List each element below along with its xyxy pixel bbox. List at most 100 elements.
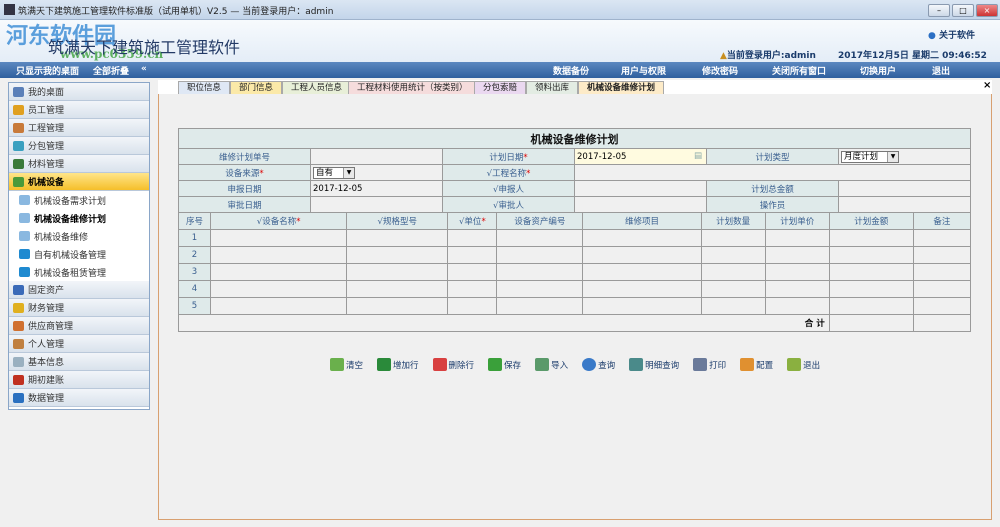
sidebar-sub-demand-plan[interactable]: 机械设备需求计划 <box>9 191 149 209</box>
close-all-windows-button[interactable]: 关闭所有窗口 <box>772 64 826 77</box>
sidebar-item-project[interactable]: 工程管理 <box>9 119 149 137</box>
dropdown-arrow-icon: ▼ <box>887 151 898 162</box>
info-doc-icon <box>13 356 24 367</box>
col-header-asset-no: 设备资产编号 <box>496 212 584 230</box>
exit-button[interactable]: 退出 <box>932 64 950 77</box>
sidebar-sub-repair[interactable]: 机械设备维修 <box>9 227 149 245</box>
approver-label: √审批人 <box>442 196 575 213</box>
clear-icon <box>330 358 344 371</box>
minimize-button[interactable]: – <box>928 4 950 17</box>
switch-user-button[interactable]: 切换用户 <box>860 64 896 77</box>
save-button[interactable]: 保存 <box>488 358 521 371</box>
sidebar-item-data[interactable]: 数据管理 <box>9 389 149 407</box>
tab-position-info[interactable]: 职位信息 <box>178 81 231 94</box>
close-tab-icon[interactable]: × <box>983 80 991 91</box>
source-select[interactable]: 自有 ▼ <box>313 166 355 179</box>
money-icon <box>13 302 24 313</box>
plan-no-field[interactable] <box>310 148 443 165</box>
sidebar-item-machinery[interactable]: 机械设备 <box>9 173 149 191</box>
plan-type-select[interactable]: 月度计划 ▼ <box>841 150 899 163</box>
tools-icon <box>740 358 755 371</box>
col-header-remark: 备注 <box>912 212 972 230</box>
table-row: 2 <box>177 246 972 264</box>
sidebar-sub-own-equipment[interactable]: 自有机械设备管理 <box>9 245 149 263</box>
table-row: 4 <box>177 280 972 298</box>
plan-no-label: 维修计划单号 <box>178 148 311 165</box>
change-password-button[interactable]: 修改密码 <box>702 64 738 77</box>
col-header-unit-price: 计划单价 <box>764 212 830 230</box>
app-header: 河东软件园 www.pc0359.cn 筑满天下建筑施工管理软件 ● 关于软件 … <box>0 20 1000 62</box>
add-row-button[interactable]: 增加行 <box>377 358 419 371</box>
database-icon <box>13 392 24 403</box>
nav-bar: 只显示我的桌面 全部折叠 « 数据备份 用户与权限 修改密码 关闭所有窗口 切换… <box>0 62 1000 78</box>
staff-icon <box>13 104 24 115</box>
printer-icon <box>693 358 708 371</box>
sidebar-item-supplier[interactable]: 供应商管理 <box>9 317 149 335</box>
close-button[interactable]: × <box>976 4 998 17</box>
delete-row-button[interactable]: 删除行 <box>432 358 474 371</box>
reporter-field[interactable] <box>574 180 707 197</box>
sidebar-item-desktop[interactable]: 我的桌面 <box>9 83 149 101</box>
tab-repair-plan[interactable]: 机械设备维修计划 <box>578 81 665 94</box>
ledger-icon <box>13 374 24 385</box>
supplier-icon <box>13 320 24 331</box>
col-header-equipment-name: √设备名称* <box>210 212 348 230</box>
project-field[interactable] <box>574 164 971 181</box>
folder-icon <box>19 249 30 259</box>
query-button[interactable]: 查询 <box>582 358 615 371</box>
info-icon: ● <box>928 31 939 41</box>
sidebar-item-fixed-assets[interactable]: 固定资产 <box>9 281 149 299</box>
report-date-label: 申报日期 <box>178 180 311 197</box>
plan-type-label: 计划类型 <box>706 148 839 165</box>
tab-project-staff[interactable]: 工程人员信息 <box>282 81 352 94</box>
tab-material-outbound[interactable]: 领料出库 <box>526 81 579 94</box>
clear-button[interactable]: 清空 <box>330 358 363 371</box>
backup-button[interactable]: 数据备份 <box>553 64 589 77</box>
calendar-icon[interactable]: ▤ <box>694 151 702 161</box>
about-link[interactable]: ● 关于软件 <box>928 28 975 41</box>
import-icon <box>535 358 550 371</box>
collapse-all-link[interactable]: 全部折叠 <box>93 64 129 77</box>
plan-date-field[interactable]: 2017-12-05 ▤ <box>574 148 707 165</box>
table-row: 3 <box>177 263 972 281</box>
search-icon <box>582 358 597 371</box>
operator-label: 操作员 <box>706 196 839 213</box>
sidebar-item-basic-info[interactable]: 基本信息 <box>9 353 149 371</box>
operator-field <box>838 196 971 213</box>
tab-strip: 职位信息 部门信息 工程人员信息 工程材料使用统计（按类别） 分包索赔 领料出库… <box>158 80 992 94</box>
show-my-desktop-link[interactable]: 只显示我的桌面 <box>16 64 79 77</box>
sidebar-sub-leasing[interactable]: 机械设备租赁管理 <box>9 263 149 281</box>
import-button[interactable]: 导入 <box>535 358 568 371</box>
sidebar-sub-repair-plan[interactable]: 机械设备维修计划 <box>9 209 149 227</box>
current-user: ▲当前登录用户:admin <box>720 51 816 61</box>
project-label: √工程名称* <box>442 164 575 181</box>
sidebar-item-personal[interactable]: 个人管理 <box>9 335 149 353</box>
col-header-repair-item: 维修项目 <box>582 212 702 230</box>
approver-field[interactable] <box>574 196 707 213</box>
table-row: 1 <box>177 229 972 247</box>
app-icon <box>4 4 15 15</box>
approve-date-field[interactable] <box>310 196 443 213</box>
tab-subcontract-claims[interactable]: 分包索赔 <box>474 81 527 94</box>
reporter-label: √申报人 <box>442 180 575 197</box>
exit-form-button[interactable]: 退出 <box>787 358 820 371</box>
maximize-button[interactable]: □ <box>952 4 974 17</box>
detail-query-button[interactable]: 明细查询 <box>629 358 679 371</box>
tab-material-stats[interactable]: 工程材料使用统计（按类别） <box>348 81 477 94</box>
collapse-sidebar-icon[interactable]: « <box>141 64 147 74</box>
sidebar-item-finance[interactable]: 财务管理 <box>9 299 149 317</box>
assets-icon <box>13 284 24 295</box>
total-amount-label: 计划总金额 <box>706 180 839 197</box>
sidebar-item-material[interactable]: 材料管理 <box>9 155 149 173</box>
tab-department-info[interactable]: 部门信息 <box>230 81 283 94</box>
total-row: 合 计 <box>178 314 972 332</box>
source-label: 设备来源* <box>178 164 311 181</box>
users-permissions-button[interactable]: 用户与权限 <box>621 64 666 77</box>
sidebar-item-subcontract[interactable]: 分包管理 <box>9 137 149 155</box>
print-button[interactable]: 打印 <box>693 358 726 371</box>
repair-plan-form: 机械设备维修计划 维修计划单号 计划日期* 2017-12-05 ▤ 计划类型 月… <box>177 128 972 332</box>
report-date-field[interactable]: 2017-12-05 <box>310 180 443 197</box>
config-button[interactable]: 配置 <box>740 358 773 371</box>
sidebar-item-staff[interactable]: 员工管理 <box>9 101 149 119</box>
sidebar-item-opening[interactable]: 期初建账 <box>9 371 149 389</box>
